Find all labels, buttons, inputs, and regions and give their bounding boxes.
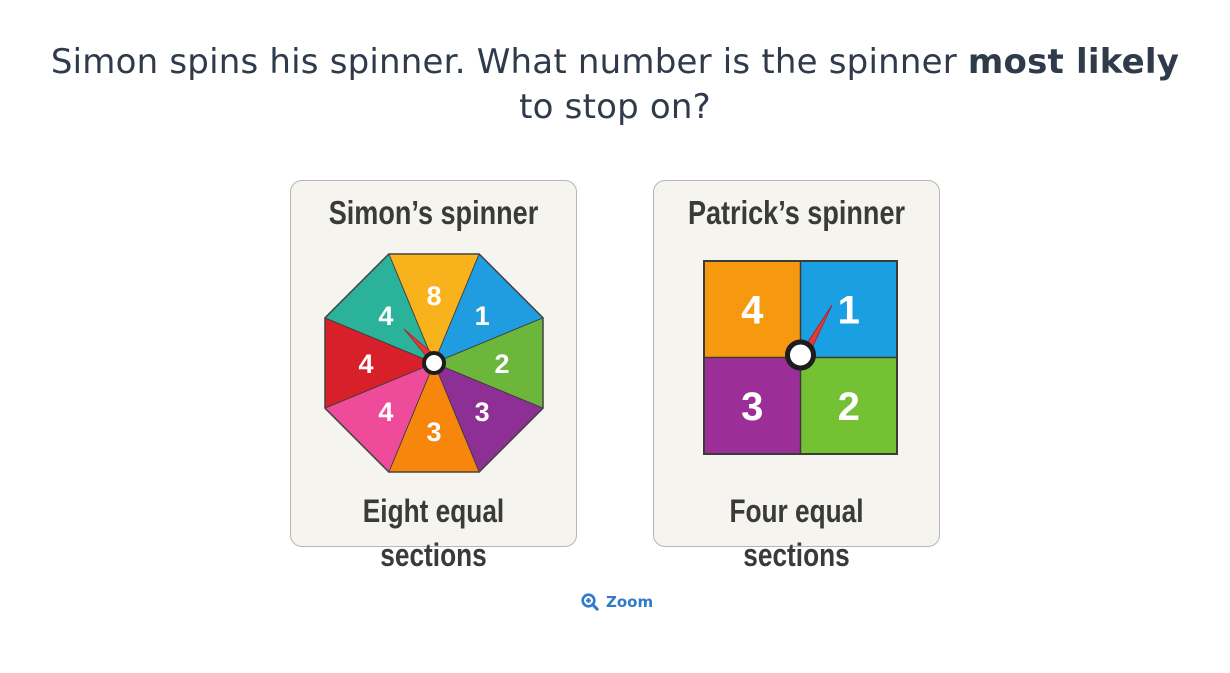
spinner-section-label: 3 — [741, 385, 763, 429]
spinner-section-label: 2 — [838, 385, 860, 429]
question-text-end: to stop on? — [519, 87, 711, 127]
spinner-section-label: 1 — [475, 301, 490, 331]
zoom-in-icon — [581, 593, 599, 611]
spinner-section-label: 3 — [475, 397, 490, 427]
question-text-start: Simon spins his spinner. What number is … — [50, 42, 968, 82]
question-text: Simon spins his spinner. What number is … — [40, 40, 1190, 130]
spinner-section-label: 3 — [426, 417, 441, 447]
zoom-label: Zoom — [606, 593, 654, 611]
spinner-section-label: 1 — [838, 288, 860, 332]
spinner-section-label: 4 — [378, 397, 393, 427]
spinner-section-label: 4 — [741, 288, 764, 332]
zoom-button[interactable]: Zoom — [581, 590, 653, 614]
spinner-section-label: 4 — [378, 301, 393, 331]
patrick-spinner-card: Patrick’s spinner 4132 Four equal sectio… — [653, 180, 940, 573]
spinner-section-label: 2 — [494, 349, 509, 379]
patrick-spinner-caption: Four equal sections — [729, 493, 864, 573]
spinner-section-label: 4 — [358, 349, 373, 379]
spinner-section-label: 8 — [426, 281, 441, 311]
simon-spinner-card: Simon’s spinner 81233444 Eight equal sec… — [290, 180, 577, 573]
simon-spinner-caption: Eight equal sections — [362, 493, 505, 573]
question-emphasis: most likely — [967, 42, 1180, 82]
